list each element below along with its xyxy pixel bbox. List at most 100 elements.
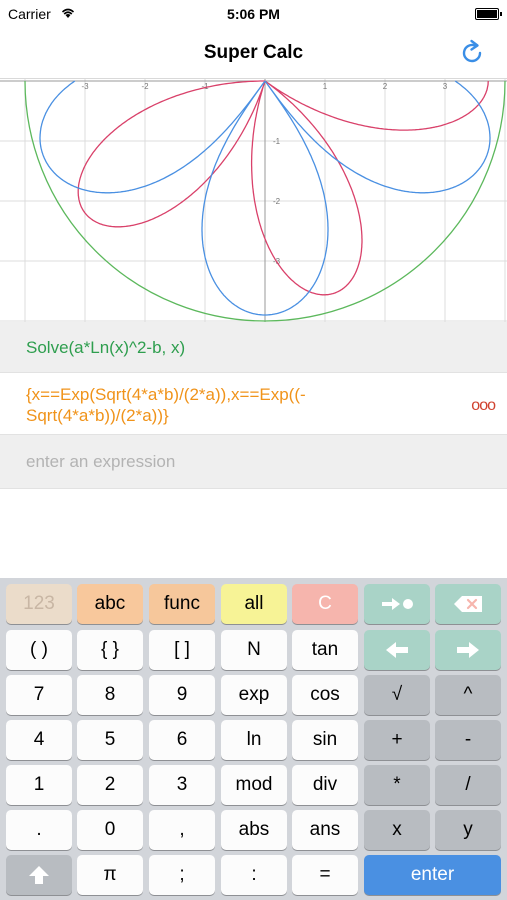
key-label: sin (312, 729, 338, 750)
history-output-row[interactable]: {x==Exp(Sqrt(4*a*b)/(2*a)),x==Exp((-Sqrt… (0, 373, 507, 435)
refresh-icon[interactable] (457, 38, 487, 68)
y-tick-label: -1 (273, 137, 281, 146)
key-label: . (36, 819, 42, 840)
key-label: : (251, 864, 257, 885)
key-8[interactable]: 8 (77, 675, 143, 715)
key-comma[interactable]: , (149, 810, 215, 850)
battery-icon (475, 8, 502, 20)
key-label: 123 (23, 593, 55, 614)
key-label: [ ] (174, 639, 190, 660)
key-sqrt[interactable]: √ (364, 675, 430, 715)
key-label: exp (238, 684, 270, 705)
key-exp[interactable]: exp (221, 675, 287, 715)
key-clear[interactable]: C (292, 584, 358, 624)
shift-icon (28, 865, 50, 885)
key-label: C (318, 593, 332, 614)
key-divide[interactable]: / (435, 765, 501, 805)
key-label: enter (410, 864, 455, 885)
key-all[interactable]: all (221, 584, 287, 624)
key-4[interactable]: 4 (6, 720, 72, 760)
key-1[interactable]: 1 (6, 765, 72, 805)
key-y[interactable]: y (435, 810, 501, 850)
key-label: 9 (176, 684, 188, 705)
key-label: 1 (33, 774, 45, 795)
key-7[interactable]: 7 (6, 675, 72, 715)
key-sin[interactable]: sin (292, 720, 358, 760)
key-label: tan (311, 639, 339, 660)
key-tan[interactable]: tan (292, 630, 358, 670)
key-div[interactable]: div (292, 765, 358, 805)
key-5[interactable]: 5 (77, 720, 143, 760)
key-parens[interactable]: ( ) (6, 630, 72, 670)
key-label: all (244, 593, 264, 614)
key-label: { } (101, 639, 119, 660)
shift-key[interactable] (6, 855, 72, 895)
key-decimal[interactable]: . (6, 810, 72, 850)
key-semicolon[interactable]: ; (149, 855, 215, 895)
key-minus[interactable]: - (435, 720, 501, 760)
key-label: + (391, 729, 403, 750)
key-6[interactable]: 6 (149, 720, 215, 760)
key-pi[interactable]: π (77, 855, 143, 895)
key-label: abs (238, 819, 270, 840)
key-label: N (247, 639, 261, 660)
y-tick-label: -2 (273, 197, 281, 206)
page-title: Super Calc (203, 42, 304, 63)
left-arrow-key[interactable] (364, 630, 430, 670)
key-label: * (393, 774, 401, 795)
graph-plot[interactable]: -3 -2 -1 1 2 3 -1 -2 -3 (0, 79, 507, 322)
key-mod[interactable]: mod (221, 765, 287, 805)
key-func[interactable]: func (149, 584, 215, 624)
key-multiply[interactable]: * (364, 765, 430, 805)
key-brackets[interactable]: [ ] (149, 630, 215, 670)
key-label: 5 (104, 729, 116, 750)
history-input-text: Solve(a*Ln(x)^2-b, x) (26, 338, 186, 357)
key-equals[interactable]: = (292, 855, 358, 895)
x-tick-label: -3 (81, 82, 89, 91)
key-label: = (319, 864, 331, 885)
key-label: , (179, 819, 185, 840)
key-label: √ (391, 684, 403, 705)
key-colon[interactable]: : (221, 855, 287, 895)
key-label: y (463, 819, 473, 840)
x-tick-label: 3 (443, 82, 448, 91)
key-enter[interactable]: enter (364, 855, 501, 895)
key-braces[interactable]: { } (77, 630, 143, 670)
key-label: func (164, 593, 200, 614)
x-tick-label: 1 (323, 82, 328, 91)
key-label: cos (310, 684, 340, 705)
history-input-row[interactable]: Solve(a*Ln(x)^2-b, x) (0, 322, 507, 373)
x-tick-label: 2 (383, 82, 388, 91)
key-abs[interactable]: abs (221, 810, 287, 850)
key-abc[interactable]: abc (77, 584, 143, 624)
key-label: ln (246, 729, 262, 750)
key-123[interactable]: 123 (6, 584, 72, 624)
key-ln[interactable]: ln (221, 720, 287, 760)
expression-placeholder: enter an expression (26, 452, 176, 471)
key-ans[interactable]: ans (292, 810, 358, 850)
delete-key[interactable] (435, 584, 501, 624)
eval-key[interactable] (364, 584, 430, 624)
key-label: 0 (104, 819, 116, 840)
more-options-button[interactable]: ooo (471, 395, 496, 416)
left-arrow-icon (385, 641, 409, 659)
navigation-bar: Super Calc (0, 28, 507, 79)
right-arrow-key[interactable] (435, 630, 501, 670)
key-label: / (465, 774, 471, 795)
key-plus[interactable]: + (364, 720, 430, 760)
delete-icon (453, 595, 483, 613)
right-arrow-icon (456, 641, 480, 659)
key-3[interactable]: 3 (149, 765, 215, 805)
key-0[interactable]: 0 (77, 810, 143, 850)
key-label: ; (179, 864, 185, 885)
key-cos[interactable]: cos (292, 675, 358, 715)
key-n[interactable]: N (221, 630, 287, 670)
key-9[interactable]: 9 (149, 675, 215, 715)
key-power[interactable]: ^ (435, 675, 501, 715)
key-2[interactable]: 2 (77, 765, 143, 805)
status-time: 5:06 PM (227, 6, 280, 22)
expression-input[interactable]: enter an expression (0, 435, 507, 489)
eval-icon (380, 596, 414, 612)
key-x[interactable]: x (364, 810, 430, 850)
key-label: 6 (176, 729, 188, 750)
